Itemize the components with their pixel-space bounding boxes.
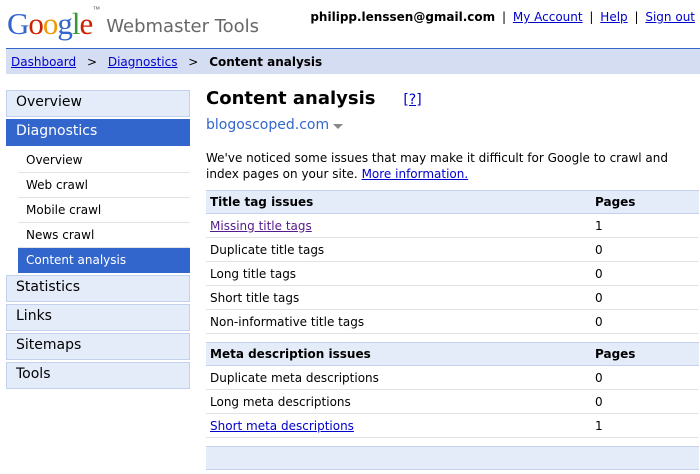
pages-header: Pages xyxy=(591,342,699,366)
page-title: Content analysis xyxy=(206,88,376,109)
sidebar-item-links[interactable]: Links xyxy=(6,304,190,331)
logo-letter-e: e xyxy=(79,6,94,41)
product-name: Webmaster Tools xyxy=(106,16,260,37)
breadcrumb-separator: > xyxy=(86,55,97,69)
next-issues-table-partial xyxy=(206,446,699,470)
logo-letter-o1: o xyxy=(28,6,43,41)
sidebar-item-sitemaps[interactable]: Sitemaps xyxy=(6,333,190,360)
table-row: Short meta descriptions 1 xyxy=(206,413,699,438)
separator: | xyxy=(634,10,639,24)
more-information-link[interactable]: More information. xyxy=(362,167,469,181)
pages-count: 0 xyxy=(591,365,699,390)
issue-label: Duplicate meta descriptions xyxy=(206,365,591,390)
separator: | xyxy=(589,10,594,24)
site-selector[interactable]: blogoscoped.com xyxy=(206,117,700,133)
help-link[interactable]: Help xyxy=(600,10,627,24)
meta-issues-header: Meta description issues xyxy=(206,342,591,366)
breadcrumb-dashboard-link[interactable]: Dashboard xyxy=(11,55,76,69)
main-content: Content analysis [?] blogoscoped.com We'… xyxy=(206,88,700,470)
title-issues-header: Title tag issues xyxy=(206,190,591,214)
pages-count: 1 xyxy=(591,213,699,238)
table-header-row: Title tag issues Pages xyxy=(206,190,699,214)
table-row: Missing title tags 1 xyxy=(206,213,699,238)
my-account-link[interactable]: My Account xyxy=(513,10,583,24)
intro-paragraph: We've noticed some issues that may make … xyxy=(206,150,696,182)
user-email: philipp.lenssen@gmail.com xyxy=(310,10,496,24)
google-logo[interactable]: Google ™ Webmaster Tools xyxy=(7,3,259,41)
issue-label: Duplicate title tags xyxy=(206,237,591,262)
trademark-mark: ™ xyxy=(92,5,101,14)
issue-label: Long meta descriptions xyxy=(206,389,591,414)
sidebar-item-overview[interactable]: Overview xyxy=(6,90,190,117)
issue-label: Short title tags xyxy=(206,285,591,310)
short-meta-descriptions-link[interactable]: Short meta descriptions xyxy=(210,419,354,433)
pages-count: 0 xyxy=(591,261,699,286)
pages-header xyxy=(591,446,699,470)
subnav-item-overview[interactable]: Overview xyxy=(18,148,190,173)
sidebar-item-tools[interactable]: Tools xyxy=(6,362,190,389)
pages-count: 1 xyxy=(591,413,699,438)
pages-count: 0 xyxy=(591,309,699,334)
google-wordmark: Google xyxy=(7,6,94,41)
logo-letter-g2: g xyxy=(57,6,72,41)
breadcrumb-separator: > xyxy=(188,55,199,69)
logo-letter-o2: o xyxy=(42,6,58,41)
account-links: philipp.lenssen@gmail.com | My Account |… xyxy=(310,10,695,24)
title-tag-issues-table: Title tag issues Pages Missing title tag… xyxy=(206,190,699,334)
next-issues-header xyxy=(206,446,591,470)
breadcrumb-current: Content analysis xyxy=(209,55,323,69)
table-row: Duplicate meta descriptions 0 xyxy=(206,365,699,390)
breadcrumb-diagnostics-link[interactable]: Diagnostics xyxy=(108,55,178,69)
diagnostics-subnav: Overview Web crawl Mobile crawl News cra… xyxy=(18,148,190,273)
subnav-item-news-crawl[interactable]: News crawl xyxy=(18,223,190,248)
missing-title-tags-link[interactable]: Missing title tags xyxy=(210,219,312,233)
sidebar-lower-group: Statistics Links Sitemaps Tools xyxy=(6,275,190,389)
issue-label: Long title tags xyxy=(206,261,591,286)
sidebar-item-statistics[interactable]: Statistics xyxy=(6,275,190,302)
logo-letter-g: G xyxy=(7,6,29,41)
pages-count: 0 xyxy=(591,389,699,414)
table-row: Non-informative title tags 0 xyxy=(206,309,699,334)
meta-description-issues-table: Meta description issues Pages Duplicate … xyxy=(206,342,699,438)
table-header-row xyxy=(206,446,699,470)
table-row: Long meta descriptions 0 xyxy=(206,389,699,414)
pages-count: 0 xyxy=(591,237,699,262)
separator: | xyxy=(501,10,507,24)
table-header-row: Meta description issues Pages xyxy=(206,342,699,366)
subnav-item-mobile-crawl[interactable]: Mobile crawl xyxy=(18,198,190,223)
table-row: Long title tags 0 xyxy=(206,261,699,286)
dropdown-arrow-icon xyxy=(333,123,344,129)
breadcrumb: Dashboard > Diagnostics > Content analys… xyxy=(6,48,700,74)
site-selector-value: blogoscoped.com xyxy=(206,117,330,133)
sign-out-link[interactable]: Sign out xyxy=(645,10,695,24)
issue-label: Non-informative title tags xyxy=(206,309,591,334)
table-row: Duplicate title tags 0 xyxy=(206,237,699,262)
logo-letter-l: l xyxy=(71,6,81,41)
subnav-item-content-analysis[interactable]: Content analysis xyxy=(18,248,190,273)
pages-header: Pages xyxy=(591,190,699,214)
sidebar-item-diagnostics[interactable]: Diagnostics xyxy=(6,119,190,146)
sidebar-nav: Overview Diagnostics Overview Web crawl … xyxy=(6,90,190,391)
pages-count: 0 xyxy=(591,285,699,310)
subnav-item-web-crawl[interactable]: Web crawl xyxy=(18,173,190,198)
table-row: Short title tags 0 xyxy=(206,285,699,310)
page-help-link[interactable]: [?] xyxy=(403,92,421,108)
